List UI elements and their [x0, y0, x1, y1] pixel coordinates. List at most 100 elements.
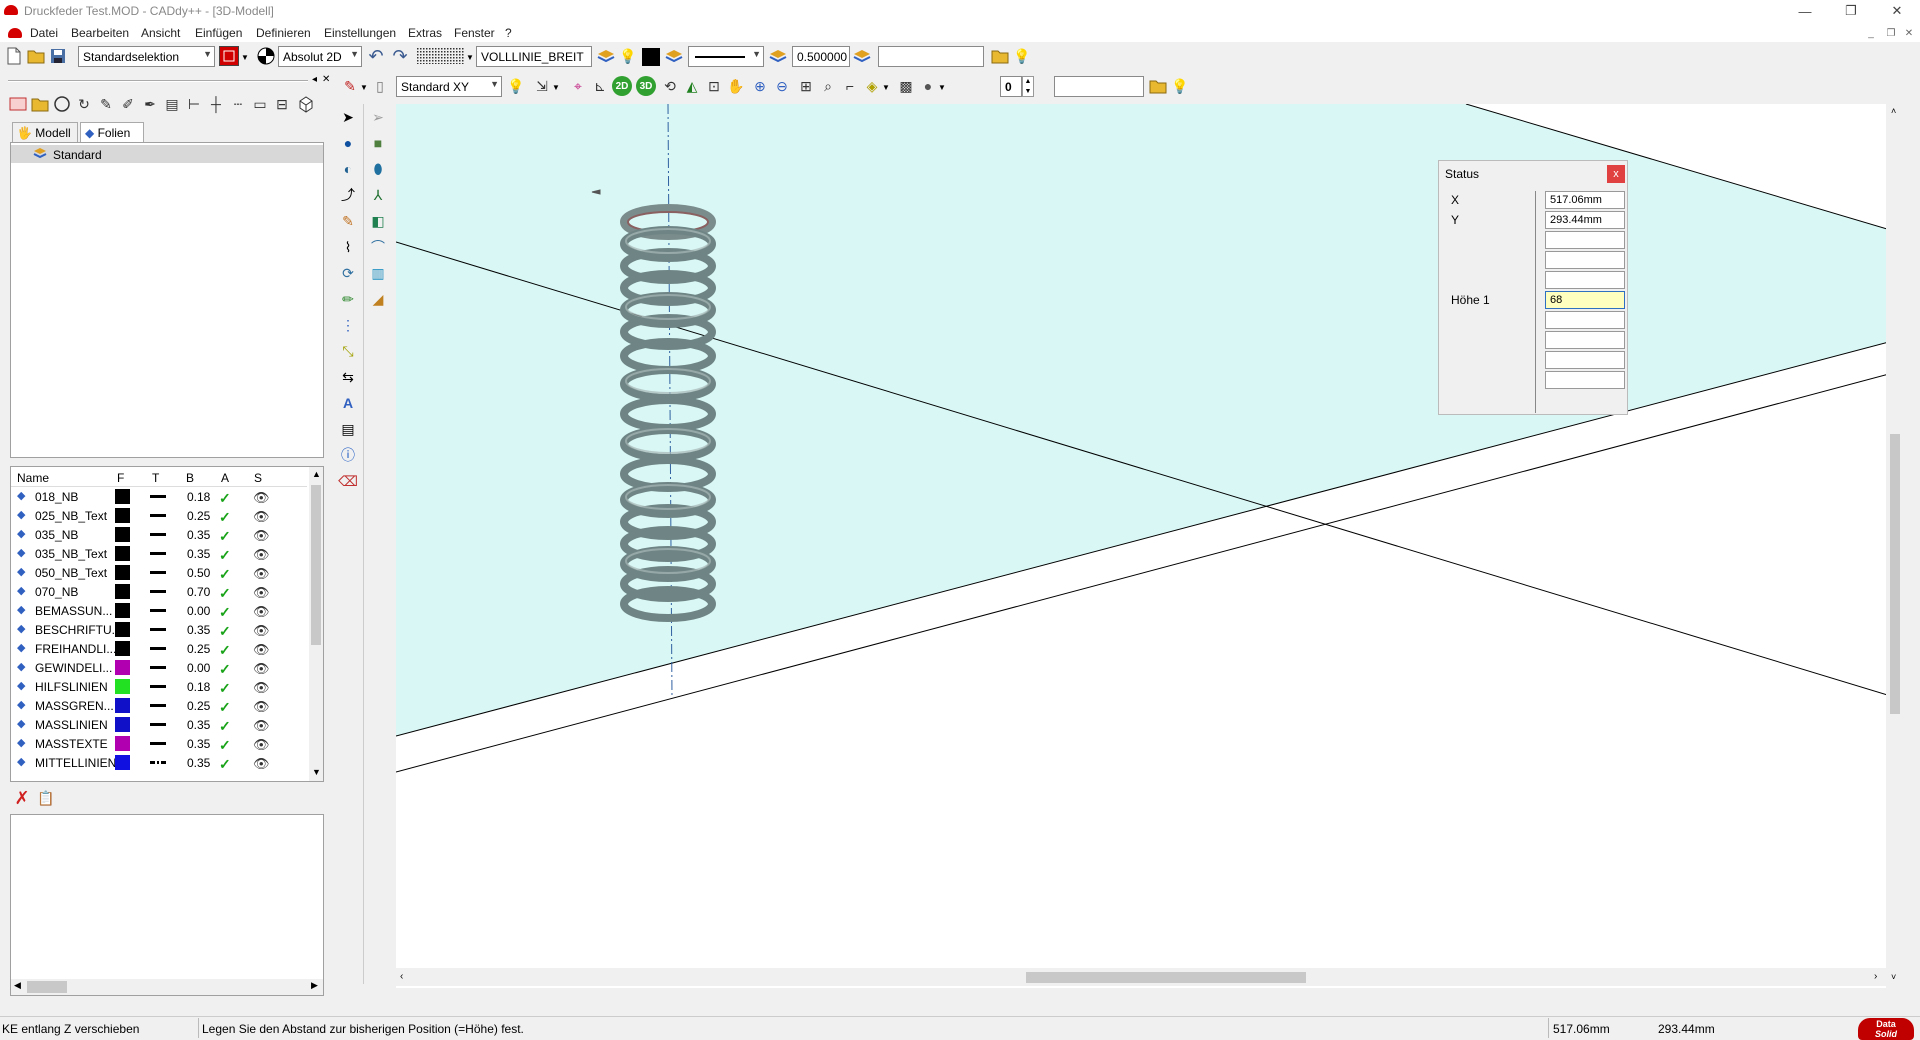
layer-active-check-icon[interactable]: ✓ — [219, 642, 231, 659]
layer-list-icon[interactable] — [8, 94, 28, 114]
lightbulb-icon[interactable]: 💡 — [1012, 46, 1032, 66]
layer-row[interactable]: ◆ HILFSLINIEN 0.18 ✓ 👁 — [11, 677, 307, 696]
text-tool-icon[interactable]: A — [337, 392, 359, 414]
doc-icon[interactable] — [8, 28, 22, 38]
measure-icon[interactable]: ⤡ — [337, 340, 359, 362]
viewport-vscrollbar[interactable]: ˄ ˅ — [1886, 104, 1904, 988]
layer-visible-eye-icon[interactable]: 👁 — [253, 528, 270, 544]
tab-modell[interactable]: 🖐 Modell — [12, 122, 78, 142]
folder-search-icon[interactable] — [1148, 76, 1168, 96]
view-search-input[interactable] — [1054, 76, 1144, 97]
layer-width[interactable]: 0.00 — [187, 604, 210, 618]
layer-visible-eye-icon[interactable]: 👁 — [253, 680, 270, 696]
layer-width[interactable]: 0.35 — [187, 737, 210, 751]
layer-width[interactable]: 0.18 — [187, 490, 210, 504]
scroll-down-icon[interactable]: ˅ — [1891, 972, 1896, 982]
layer-visible-eye-icon[interactable]: 👁 — [253, 718, 270, 734]
layer-line-type[interactable] — [150, 704, 166, 707]
layer-stack-icon[interactable] — [768, 46, 788, 66]
circle-tool-icon[interactable] — [52, 94, 72, 114]
column-header[interactable]: Name — [17, 471, 49, 485]
layer-color-swatch[interactable] — [115, 679, 130, 694]
scroll-thumb[interactable] — [27, 981, 67, 993]
layer-line-type[interactable] — [150, 761, 166, 764]
column-header[interactable]: B — [186, 471, 194, 485]
layer-active-check-icon[interactable]: ✓ — [219, 661, 231, 678]
tab-folien[interactable]: ◆ Folien — [80, 122, 144, 142]
layer-line-type[interactable] — [150, 628, 166, 631]
layer-row[interactable]: ◆ 035_NB_Text 0.35 ✓ 👁 — [11, 544, 307, 563]
lightbulb-icon[interactable]: 💡 — [506, 76, 526, 96]
layer-active-check-icon[interactable]: ✓ — [219, 528, 231, 545]
rotate-icon[interactable]: ↻ — [74, 94, 94, 114]
layer-row[interactable]: ◆ BEMASSUN... 0.00 ✓ 👁 — [11, 601, 307, 620]
pan-hand-icon[interactable]: ✋ — [726, 76, 746, 96]
layer-visible-eye-icon[interactable]: 👁 — [253, 566, 270, 582]
chevron-down-icon[interactable]: ▼ — [552, 83, 560, 92]
save-icon[interactable] — [48, 46, 68, 66]
sphere-icon[interactable]: ● — [337, 132, 359, 154]
layer-stack-icon[interactable] — [664, 46, 684, 66]
layer-visible-eye-icon[interactable]: 👁 — [253, 642, 270, 658]
view-arrow-icon[interactable]: ⇲ — [532, 76, 552, 96]
hatch-icon[interactable]: ▤ — [162, 94, 182, 114]
sketch-icon[interactable]: ✎ — [337, 210, 359, 232]
menu-definieren[interactable]: Definieren — [256, 26, 311, 40]
layer-active-check-icon[interactable]: ✓ — [219, 509, 231, 526]
layer-active-check-icon[interactable]: ✓ — [219, 756, 231, 773]
toolbar-text-input[interactable] — [878, 46, 984, 67]
layer-active-check-icon[interactable]: ✓ — [219, 585, 231, 602]
snap-icon[interactable]: ⌖ — [568, 76, 588, 96]
line-style-select[interactable]: ▼ — [688, 46, 764, 67]
layer-width[interactable]: 0.00 — [187, 661, 210, 675]
layer-color-swatch[interactable] — [115, 565, 130, 580]
status-empty-field[interactable] — [1545, 351, 1625, 369]
sweep-icon[interactable]: ⤴ — [337, 184, 359, 206]
chevron-down-icon[interactable]: ▼ — [466, 53, 474, 62]
layer-row[interactable]: ◆ 070_NB 0.70 ✓ 👁 — [11, 582, 307, 601]
status-empty-field[interactable] — [1545, 271, 1625, 289]
layer-row[interactable]: ◆ FREIHANDLI... 0.25 ✓ 👁 — [11, 639, 307, 658]
select-frame-icon[interactable] — [219, 46, 239, 66]
layer-active-check-icon[interactable]: ✓ — [219, 737, 231, 754]
layer-row[interactable]: ◆ MASSTEXTE 0.35 ✓ 👁 — [11, 734, 307, 753]
scroll-down-icon[interactable]: ▼ — [312, 767, 321, 777]
edit-icon[interactable]: ✐ — [118, 94, 138, 114]
zoom-all-icon[interactable]: ⊞ — [796, 76, 816, 96]
scroll-thumb[interactable] — [1026, 972, 1306, 983]
layer-visible-eye-icon[interactable]: 👁 — [253, 661, 270, 677]
layer-active-check-icon[interactable]: ✓ — [219, 680, 231, 697]
status-dialog-close-button[interactable]: x — [1607, 165, 1625, 183]
layer-width[interactable]: 0.25 — [187, 509, 210, 523]
folder-search-icon[interactable] — [990, 46, 1010, 66]
selection-mode-select[interactable]: Standardselektion ▼ — [78, 46, 215, 67]
layer-line-type[interactable] — [150, 495, 166, 498]
layer-width[interactable]: 0.35 — [187, 528, 210, 542]
layer-line-type[interactable] — [150, 742, 166, 745]
layer-row[interactable]: ◆ 025_NB_Text 0.25 ✓ 👁 — [11, 506, 307, 525]
delete-icon[interactable]: ✗ — [12, 788, 32, 808]
layer-stack-icon[interactable] — [596, 46, 616, 66]
paint-icon[interactable]: ◢ — [367, 288, 389, 310]
view-mode-select[interactable]: Standard XY ▼ — [396, 76, 502, 97]
panel-close-icon[interactable]: ✕ — [322, 74, 330, 85]
lightbulb-icon[interactable]: 💡 — [1170, 76, 1190, 96]
column-header[interactable]: F — [117, 471, 124, 485]
zoom-in-icon[interactable]: ⊕ — [750, 76, 770, 96]
cylinder-icon[interactable]: ⬮ — [367, 158, 389, 180]
status-hoehe-field[interactable]: 68 — [1545, 291, 1625, 309]
layer-line-type[interactable] — [150, 609, 166, 612]
sphere-icon[interactable]: ● — [918, 76, 938, 96]
solid-icon[interactable]: ■ — [367, 132, 389, 154]
eraser-icon[interactable]: ⌫ — [337, 470, 359, 492]
layer-visible-eye-icon[interactable]: 👁 — [253, 585, 270, 601]
layer-visible-eye-icon[interactable]: 👁 — [253, 699, 270, 715]
layer-color-swatch[interactable] — [115, 660, 130, 675]
layer-line-type[interactable] — [150, 590, 166, 593]
pen-tool-icon[interactable]: ✒ — [140, 94, 160, 114]
layer-color-swatch[interactable] — [115, 622, 130, 637]
chevron-down-icon[interactable]: ▼ — [241, 53, 249, 62]
drawing-viewport[interactable]: ‹ › ˄ ˅ — [396, 104, 1904, 988]
layer-color-swatch[interactable] — [115, 736, 130, 751]
column-header[interactable]: A — [221, 471, 229, 485]
